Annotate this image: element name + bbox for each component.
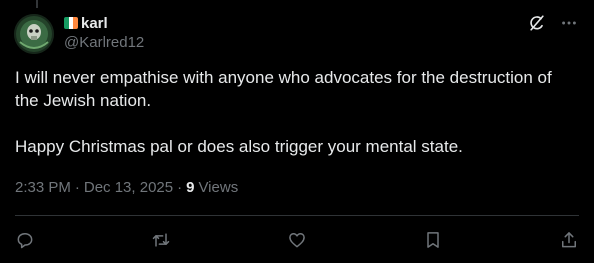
grok-icon[interactable] bbox=[528, 14, 546, 32]
tweet-header: karl @Karlred12 bbox=[64, 14, 144, 51]
author-name-row[interactable]: karl bbox=[64, 14, 144, 32]
share-icon[interactable] bbox=[559, 230, 579, 250]
tweet-paragraph: I will never empathise with anyone who a… bbox=[15, 68, 552, 110]
retweet-icon[interactable] bbox=[151, 230, 171, 250]
author-display-name[interactable]: karl bbox=[81, 15, 108, 32]
bookmark-icon[interactable] bbox=[423, 230, 443, 250]
author-handle[interactable]: @Karlred12 bbox=[64, 34, 144, 51]
divider bbox=[15, 215, 579, 216]
avatar[interactable] bbox=[14, 14, 54, 54]
views-count[interactable]: 9 bbox=[186, 179, 194, 196]
avatar-image bbox=[14, 14, 54, 54]
tweet-action-bar bbox=[15, 228, 579, 252]
tweet-time[interactable]: 2:33 PM bbox=[15, 179, 71, 196]
tweet-meta: 2:33 PM · Dec 13, 2025 · 9 Views bbox=[15, 179, 238, 196]
tweet-date[interactable]: Dec 13, 2025 bbox=[84, 179, 173, 196]
flag-stripe-orange bbox=[73, 17, 78, 29]
tweet-top-actions bbox=[528, 14, 578, 32]
reply-icon[interactable] bbox=[15, 230, 35, 250]
tweet-text: I will never empathise with anyone who a… bbox=[15, 66, 580, 158]
more-icon[interactable] bbox=[560, 14, 578, 32]
thread-connector-line bbox=[36, 0, 38, 8]
tweet-paragraph: Happy Christmas pal or does also trigger… bbox=[15, 137, 463, 156]
like-icon[interactable] bbox=[287, 230, 307, 250]
meta-separator: · bbox=[177, 179, 183, 196]
views-label: Views bbox=[198, 179, 239, 196]
meta-separator: · bbox=[74, 179, 80, 196]
ireland-flag-icon bbox=[64, 17, 78, 29]
